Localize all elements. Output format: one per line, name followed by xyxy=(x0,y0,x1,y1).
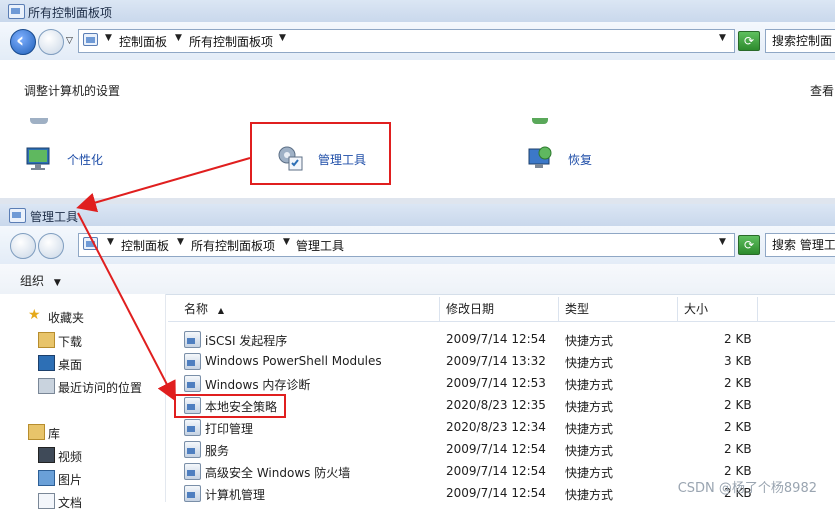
watermark: CSDN @杨了个杨8982 xyxy=(677,481,817,496)
arrow-to-local-security-policy xyxy=(77,212,176,402)
annotation-arrows xyxy=(76,157,251,402)
arrow-to-explorer-title xyxy=(76,157,251,213)
